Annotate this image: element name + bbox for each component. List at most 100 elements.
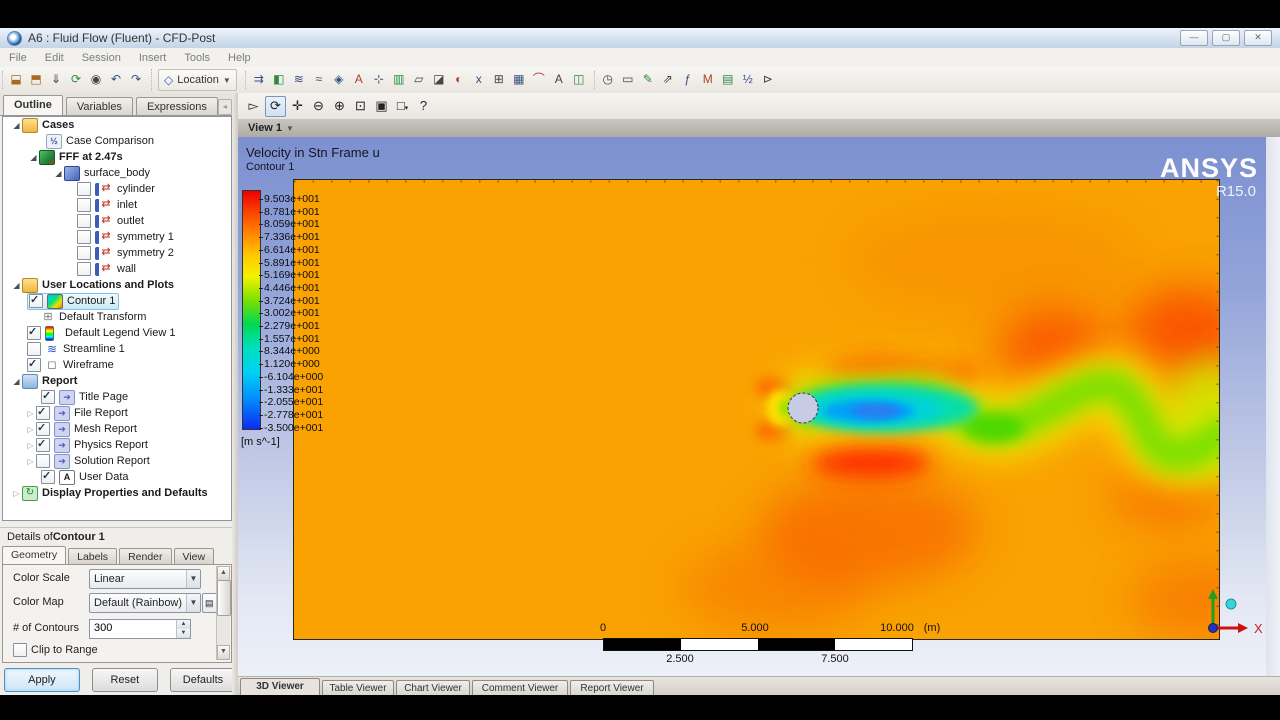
tree-item-inlet[interactable]: ⇄inlet	[3, 197, 231, 213]
rotate-tool-icon[interactable]: ⟳	[265, 96, 286, 117]
visibility-checkbox[interactable]	[36, 454, 50, 468]
viewer-tab-chart-viewer[interactable]: Chart Viewer	[396, 680, 470, 696]
insert-text-icon[interactable]: A	[350, 71, 368, 89]
tree-item-file-report[interactable]: ▷➔File Report	[3, 405, 231, 421]
visibility-checkbox[interactable]	[77, 230, 91, 244]
insert-vector-icon[interactable]: ⇉	[250, 71, 268, 89]
tree-item-title-page[interactable]: ➔Title Page	[3, 389, 231, 405]
viewer-tab-3d-viewer[interactable]: 3D Viewer	[240, 678, 320, 696]
tree-item-cases[interactable]: ◢Cases	[3, 117, 231, 133]
view-selector[interactable]: View 1	[248, 122, 282, 134]
visibility-checkbox[interactable]	[77, 182, 91, 196]
expand-icon[interactable]: ▷	[25, 457, 36, 466]
insert-volume-rendering-icon[interactable]: ◈	[330, 71, 348, 89]
pan-tool-icon[interactable]: ✛	[288, 97, 307, 116]
command-editor-icon[interactable]: ⊳	[759, 71, 777, 89]
zoom-box-icon[interactable]: ⊡	[351, 97, 370, 116]
scroll-up-icon[interactable]: ▲	[217, 566, 230, 581]
probe-what-icon[interactable]: ?	[414, 97, 433, 116]
tree-item-streamline-1[interactable]: ≋Streamline 1	[3, 341, 231, 357]
menu-help[interactable]: Help	[219, 52, 260, 64]
details-tab-view[interactable]: View	[174, 548, 215, 564]
redo-icon[interactable]: ↷	[127, 71, 145, 89]
close-button[interactable]: ✕	[1244, 30, 1272, 46]
visibility-checkbox[interactable]	[77, 246, 91, 260]
tree-item-physics-report[interactable]: ▷➔Physics Report	[3, 437, 231, 453]
snapshot-icon[interactable]: ◉	[87, 71, 105, 89]
timestep-selector-icon[interactable]: ◷	[599, 71, 617, 89]
macro-calculator-icon[interactable]: M	[699, 71, 717, 89]
maximize-button[interactable]: ▢	[1212, 30, 1240, 46]
spinner-buttons[interactable]: ▲▼	[176, 620, 190, 638]
spin-up-icon[interactable]: ▲	[177, 620, 190, 629]
reset-button[interactable]: Reset	[92, 668, 158, 692]
collapse-icon[interactable]: ◢	[28, 153, 39, 162]
variable-icon[interactable]: x	[470, 71, 488, 89]
scroll-down-icon[interactable]: ▼	[217, 645, 230, 660]
menu-file[interactable]: File	[0, 52, 36, 64]
tree-item-case-comparison[interactable]: ½Case Comparison	[3, 133, 231, 149]
zoom-in-icon[interactable]: ⊕	[330, 97, 349, 116]
location-dropdown[interactable]: ◇ Location ▼	[158, 69, 237, 91]
insert-contour-icon[interactable]: ◧	[270, 71, 288, 89]
tree-item-solution-report[interactable]: ▷➔Solution Report	[3, 453, 231, 469]
tree-item-display-properties-and-defaults[interactable]: ▷↻Display Properties and Defaults	[3, 485, 231, 501]
apply-button[interactable]: Apply	[4, 668, 80, 692]
load-results-icon[interactable]: ⬓	[7, 71, 25, 89]
color-map-select[interactable]: Default (Rainbow) ▼	[89, 593, 201, 613]
probe-icon[interactable]: ⇗	[659, 71, 677, 89]
collapse-icon[interactable]: ◢	[11, 377, 22, 386]
tree-item-wall[interactable]: ⇄wall	[3, 261, 231, 277]
load-state-icon[interactable]: ⬒	[27, 71, 45, 89]
details-scrollbar[interactable]: ▲ ▼	[216, 566, 230, 660]
viewport-layout-icon[interactable]: □▾	[393, 97, 412, 116]
quick-editor-icon[interactable]: ✎	[639, 71, 657, 89]
insert-clip-plane-icon[interactable]: ◪	[430, 71, 448, 89]
visibility-checkbox[interactable]	[27, 342, 41, 356]
chart-icon[interactable]: ⌒	[530, 71, 548, 89]
mesh-calculator-icon[interactable]: ▤	[719, 71, 737, 89]
select-tool-icon[interactable]: ▻	[244, 97, 263, 116]
insert-streamline-icon[interactable]: ≋	[290, 71, 308, 89]
visibility-checkbox[interactable]	[41, 390, 55, 404]
save-state-icon[interactable]: ⇓	[47, 71, 65, 89]
minimize-button[interactable]: —	[1180, 30, 1208, 46]
insert-point-icon[interactable]: ⊹	[370, 71, 388, 89]
function-calculator-icon[interactable]: ƒ	[679, 71, 697, 89]
visibility-checkbox[interactable]	[77, 214, 91, 228]
defaults-button[interactable]: Defaults	[170, 668, 236, 692]
tree-item-user-locations-and-plots[interactable]: ◢User Locations and Plots	[3, 277, 231, 293]
tab-expressions[interactable]: Expressions	[136, 97, 218, 115]
scrollbar-thumb[interactable]	[217, 580, 231, 616]
table-icon[interactable]: ▦	[510, 71, 528, 89]
tree-item-cylinder[interactable]: ⇄cylinder	[3, 181, 231, 197]
tree-item-wireframe[interactable]: ◻Wireframe	[3, 357, 231, 373]
expand-icon[interactable]: ▷	[25, 409, 36, 418]
viewer-tab-report-viewer[interactable]: Report Viewer	[570, 680, 654, 696]
menu-edit[interactable]: Edit	[36, 52, 73, 64]
visibility-checkbox[interactable]	[36, 422, 50, 436]
visibility-checkbox[interactable]	[29, 294, 43, 308]
undo-icon[interactable]: ↶	[107, 71, 125, 89]
fit-view-icon[interactable]: ▣	[372, 97, 391, 116]
visibility-checkbox[interactable]	[41, 470, 55, 484]
3d-viewport[interactable]: Velocity in Stn Frame u Contour 1 9.503e…	[238, 137, 1266, 676]
tree-item-report[interactable]: ◢Report	[3, 373, 231, 389]
tree-item-contour-1[interactable]: Contour 1	[3, 293, 231, 309]
expand-icon[interactable]: ▷	[25, 425, 36, 434]
tree-item-surface-body[interactable]: ◢surface_body	[3, 165, 231, 181]
visibility-checkbox[interactable]	[27, 358, 41, 372]
comment-icon[interactable]: A	[550, 71, 568, 89]
spin-down-icon[interactable]: ▼	[177, 629, 190, 638]
expand-icon[interactable]: ▷	[25, 441, 36, 450]
insert-particle-track-icon[interactable]: ≈	[310, 71, 328, 89]
visibility-checkbox[interactable]	[36, 406, 50, 420]
tree-item-outlet[interactable]: ⇄outlet	[3, 213, 231, 229]
viewer-tab-table-viewer[interactable]: Table Viewer	[322, 680, 394, 696]
viewer-tab-comment-viewer[interactable]: Comment Viewer	[472, 680, 568, 696]
tree-item-mesh-report[interactable]: ▷➔Mesh Report	[3, 421, 231, 437]
animation-icon[interactable]: ▭	[619, 71, 637, 89]
tree-item-default-legend-view-1[interactable]: Default Legend View 1	[3, 325, 231, 341]
figure-icon[interactable]: ◫	[570, 71, 588, 89]
color-icon[interactable]: ◐	[450, 71, 468, 89]
